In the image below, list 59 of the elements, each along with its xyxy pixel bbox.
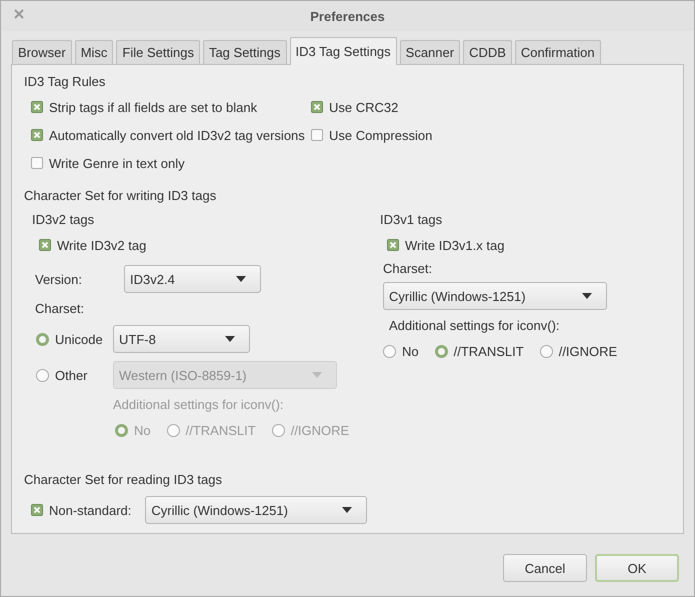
ok-button[interactable]: OK <box>595 554 679 582</box>
checkbox-label: Strip tags if all fields are set to blank <box>49 100 258 114</box>
checkbox-label: Use CRC32 <box>329 100 398 114</box>
iconv-label: Additional settings for iconv(): <box>113 397 285 412</box>
checkbox-label: Non-standard: <box>49 502 132 518</box>
radio-label: No <box>402 344 419 358</box>
dropdown-arrow-icon <box>582 293 592 299</box>
tab[interactable]: CDDB <box>463 40 512 64</box>
radio-button[interactable] <box>540 344 553 358</box>
radio-label: Other <box>55 368 88 382</box>
radio-label: //IGNORE <box>290 422 350 438</box>
close-icon[interactable] <box>14 9 24 19</box>
checkbox-label: Write ID3v2 tag <box>57 238 146 252</box>
field-label: Version: <box>34 272 83 286</box>
tab[interactable]: Confirmation <box>514 40 601 64</box>
cancel-button[interactable]: Cancel <box>503 554 587 582</box>
tab[interactable]: Misc <box>74 40 114 64</box>
checkbox-label: Write ID3v1.x tag <box>405 238 504 252</box>
checkbox[interactable] <box>31 504 43 516</box>
checkbox[interactable] <box>311 101 323 113</box>
dropdown-arrow-icon <box>312 372 322 378</box>
radio-label: No <box>134 422 151 438</box>
tab[interactable]: Scanner <box>400 40 460 64</box>
radio-button[interactable] <box>383 344 396 358</box>
checkbox-label: Write Genre in text only <box>49 156 185 170</box>
section-title: Character Set for writing ID3 tags <box>24 188 218 204</box>
checkbox-label: Automatically convert old ID3v2 tag versions <box>49 128 305 142</box>
group-title: ID3v2 tags <box>32 212 96 228</box>
section-title: ID3 Tag Rules <box>24 74 106 90</box>
radio-label: //TRANSLIT <box>454 344 524 358</box>
field-label: Charset: <box>382 261 434 276</box>
charset-dropdown[interactable]: UTF-8 <box>113 325 250 353</box>
checkbox-label: Use Compression <box>329 128 432 142</box>
dropdown-arrow-icon <box>225 336 235 342</box>
iconv-label: Additional settings for iconv(): <box>388 318 561 333</box>
dropdown-arrow-icon <box>236 276 246 282</box>
radio-button[interactable] <box>434 344 448 358</box>
window-title: Preferences <box>310 8 385 24</box>
checkbox[interactable] <box>31 101 43 113</box>
checkbox[interactable] <box>387 239 399 251</box>
checkbox[interactable] <box>31 157 43 169</box>
tab[interactable]: Tag Settings <box>202 40 286 64</box>
radio-button[interactable] <box>36 332 49 346</box>
charset-dropdown[interactable]: Cyrillic (Windows-1251) <box>383 282 607 310</box>
tab[interactable]: Browser <box>12 40 72 64</box>
field-label: Charset: <box>35 301 84 317</box>
group-title: ID3v1 tags <box>380 212 444 228</box>
checkbox[interactable] <box>39 239 51 251</box>
dropdown-arrow-icon <box>342 507 352 513</box>
radio-label: //IGNORE <box>558 344 618 358</box>
version-dropdown[interactable]: ID3v2.4 <box>124 265 261 293</box>
charset-dropdown[interactable]: Cyrillic (Windows-1251) <box>145 496 368 524</box>
checkbox[interactable] <box>31 129 43 141</box>
tab[interactable]: ID3 Tag Settings <box>290 37 397 65</box>
checkbox[interactable] <box>311 129 323 141</box>
section-title: Character Set for reading ID3 tags <box>24 472 223 488</box>
tab[interactable]: File Settings <box>116 40 200 64</box>
radio-label: //TRANSLIT <box>186 422 256 438</box>
radio-label: Unicode <box>55 332 103 346</box>
